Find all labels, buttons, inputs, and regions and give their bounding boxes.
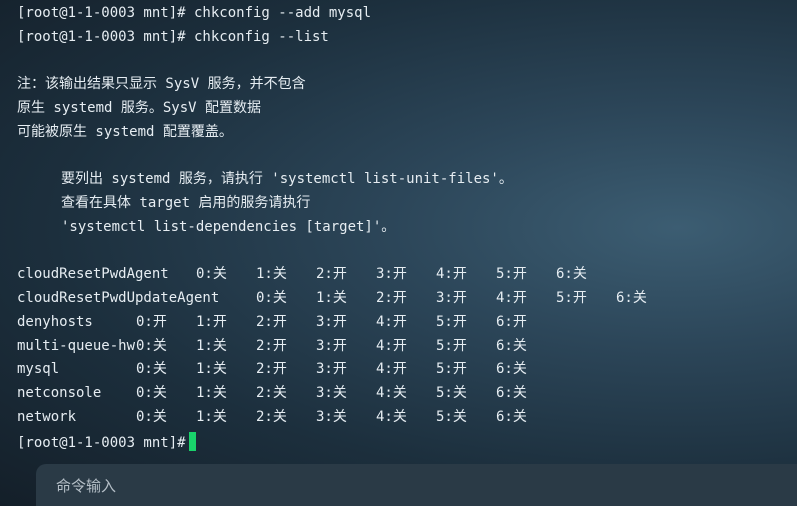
runlevel-status: 5:关: [436, 385, 467, 401]
runlevel-status: 3:关: [316, 409, 347, 425]
runlevel-status: 5:开: [436, 338, 467, 354]
runlevel-status: 1:关: [196, 385, 227, 401]
runlevel-status: 6:关: [496, 361, 527, 377]
note-line-3: 可能被原生 systemd 配置覆盖。: [17, 124, 233, 140]
runlevel-status: 3:开: [376, 266, 407, 282]
runlevel-status: 4:关: [376, 409, 407, 425]
runlevel-status: 6:关: [556, 266, 587, 282]
runlevel-status: 1:关: [196, 338, 227, 354]
note-line-1: 注：该输出结果只显示 SysV 服务，并不包含: [17, 76, 306, 92]
service-name: cloudResetPwdUpdateAgent: [17, 290, 220, 306]
runlevel-status: 6:关: [616, 290, 647, 306]
runlevel-status: 0:关: [136, 338, 167, 354]
note-line-2: 原生 systemd 服务。SysV 配置数据: [17, 100, 262, 116]
shell-prompt: [root@1-1-0003 mnt]#: [17, 435, 186, 451]
runlevel-status: 2:开: [256, 361, 287, 377]
runlevel-status: 6:开: [496, 314, 527, 330]
runlevel-status: 1:关: [316, 290, 347, 306]
runlevel-status: 3:开: [316, 338, 347, 354]
runlevel-status: 4:开: [376, 314, 407, 330]
runlevel-status: 3:开: [316, 361, 347, 377]
command-input-bar[interactable]: 命令输入: [36, 464, 797, 506]
service-name: denyhosts: [17, 314, 93, 330]
hint-line-1: 要列出 systemd 服务，请执行 'systemctl list-unit-…: [61, 171, 513, 187]
runlevel-status: 1:关: [256, 266, 287, 282]
runlevel-status: 6:关: [496, 409, 527, 425]
runlevel-status: 3:开: [316, 314, 347, 330]
command-line-1: [root@1-1-0003 mnt]# chkconfig --add mys…: [17, 5, 372, 21]
runlevel-status: 2:关: [256, 409, 287, 425]
runlevel-status: 5:开: [436, 361, 467, 377]
runlevel-status: 4:关: [376, 385, 407, 401]
runlevel-status: 2:开: [256, 338, 287, 354]
runlevel-status: 4:开: [376, 361, 407, 377]
terminal-output[interactable]: [root@1-1-0003 mnt]# chkconfig --add mys…: [0, 0, 797, 460]
runlevel-status: 5:开: [436, 314, 467, 330]
runlevel-status: 0:开: [136, 314, 167, 330]
runlevel-status: 1:关: [196, 361, 227, 377]
service-name: mysql: [17, 361, 60, 377]
runlevel-status: 5:开: [496, 266, 527, 282]
runlevel-status: 1:关: [196, 409, 227, 425]
runlevel-status: 2:开: [316, 266, 347, 282]
text-cursor: [188, 432, 196, 451]
runlevel-status: 4:开: [436, 266, 467, 282]
runlevel-status: 0:关: [256, 290, 287, 306]
command-line-2: [root@1-1-0003 mnt]# chkconfig --list: [17, 29, 329, 45]
runlevel-status: 6:关: [496, 338, 527, 354]
hint-line-3: 'systemctl list-dependencies [target]'。: [61, 219, 396, 235]
runlevel-status: 2:开: [256, 314, 287, 330]
runlevel-status: 0:关: [136, 361, 167, 377]
runlevel-status: 0:关: [196, 266, 227, 282]
service-name: multi-queue-hw: [17, 338, 136, 354]
runlevel-status: 4:开: [496, 290, 527, 306]
runlevel-status: 2:开: [376, 290, 407, 306]
service-name: network: [17, 409, 77, 425]
command-input-placeholder: 命令输入: [56, 477, 117, 495]
service-name: cloudResetPwdAgent: [17, 266, 169, 282]
runlevel-status: 5:关: [436, 409, 467, 425]
runlevel-status: 0:关: [136, 385, 167, 401]
hint-line-2: 查看在具体 target 启用的服务请执行: [61, 195, 311, 211]
runlevel-status: 0:关: [136, 409, 167, 425]
runlevel-status: 2:关: [256, 385, 287, 401]
runlevel-status: 5:开: [556, 290, 587, 306]
runlevel-status: 4:开: [376, 338, 407, 354]
prompt-line: [root@1-1-0003 mnt]#: [17, 432, 196, 451]
runlevel-status: 1:开: [196, 314, 227, 330]
runlevel-status: 6:关: [496, 385, 527, 401]
runlevel-status: 3:关: [316, 385, 347, 401]
runlevel-status: 3:开: [436, 290, 467, 306]
service-name: netconsole: [17, 385, 102, 401]
